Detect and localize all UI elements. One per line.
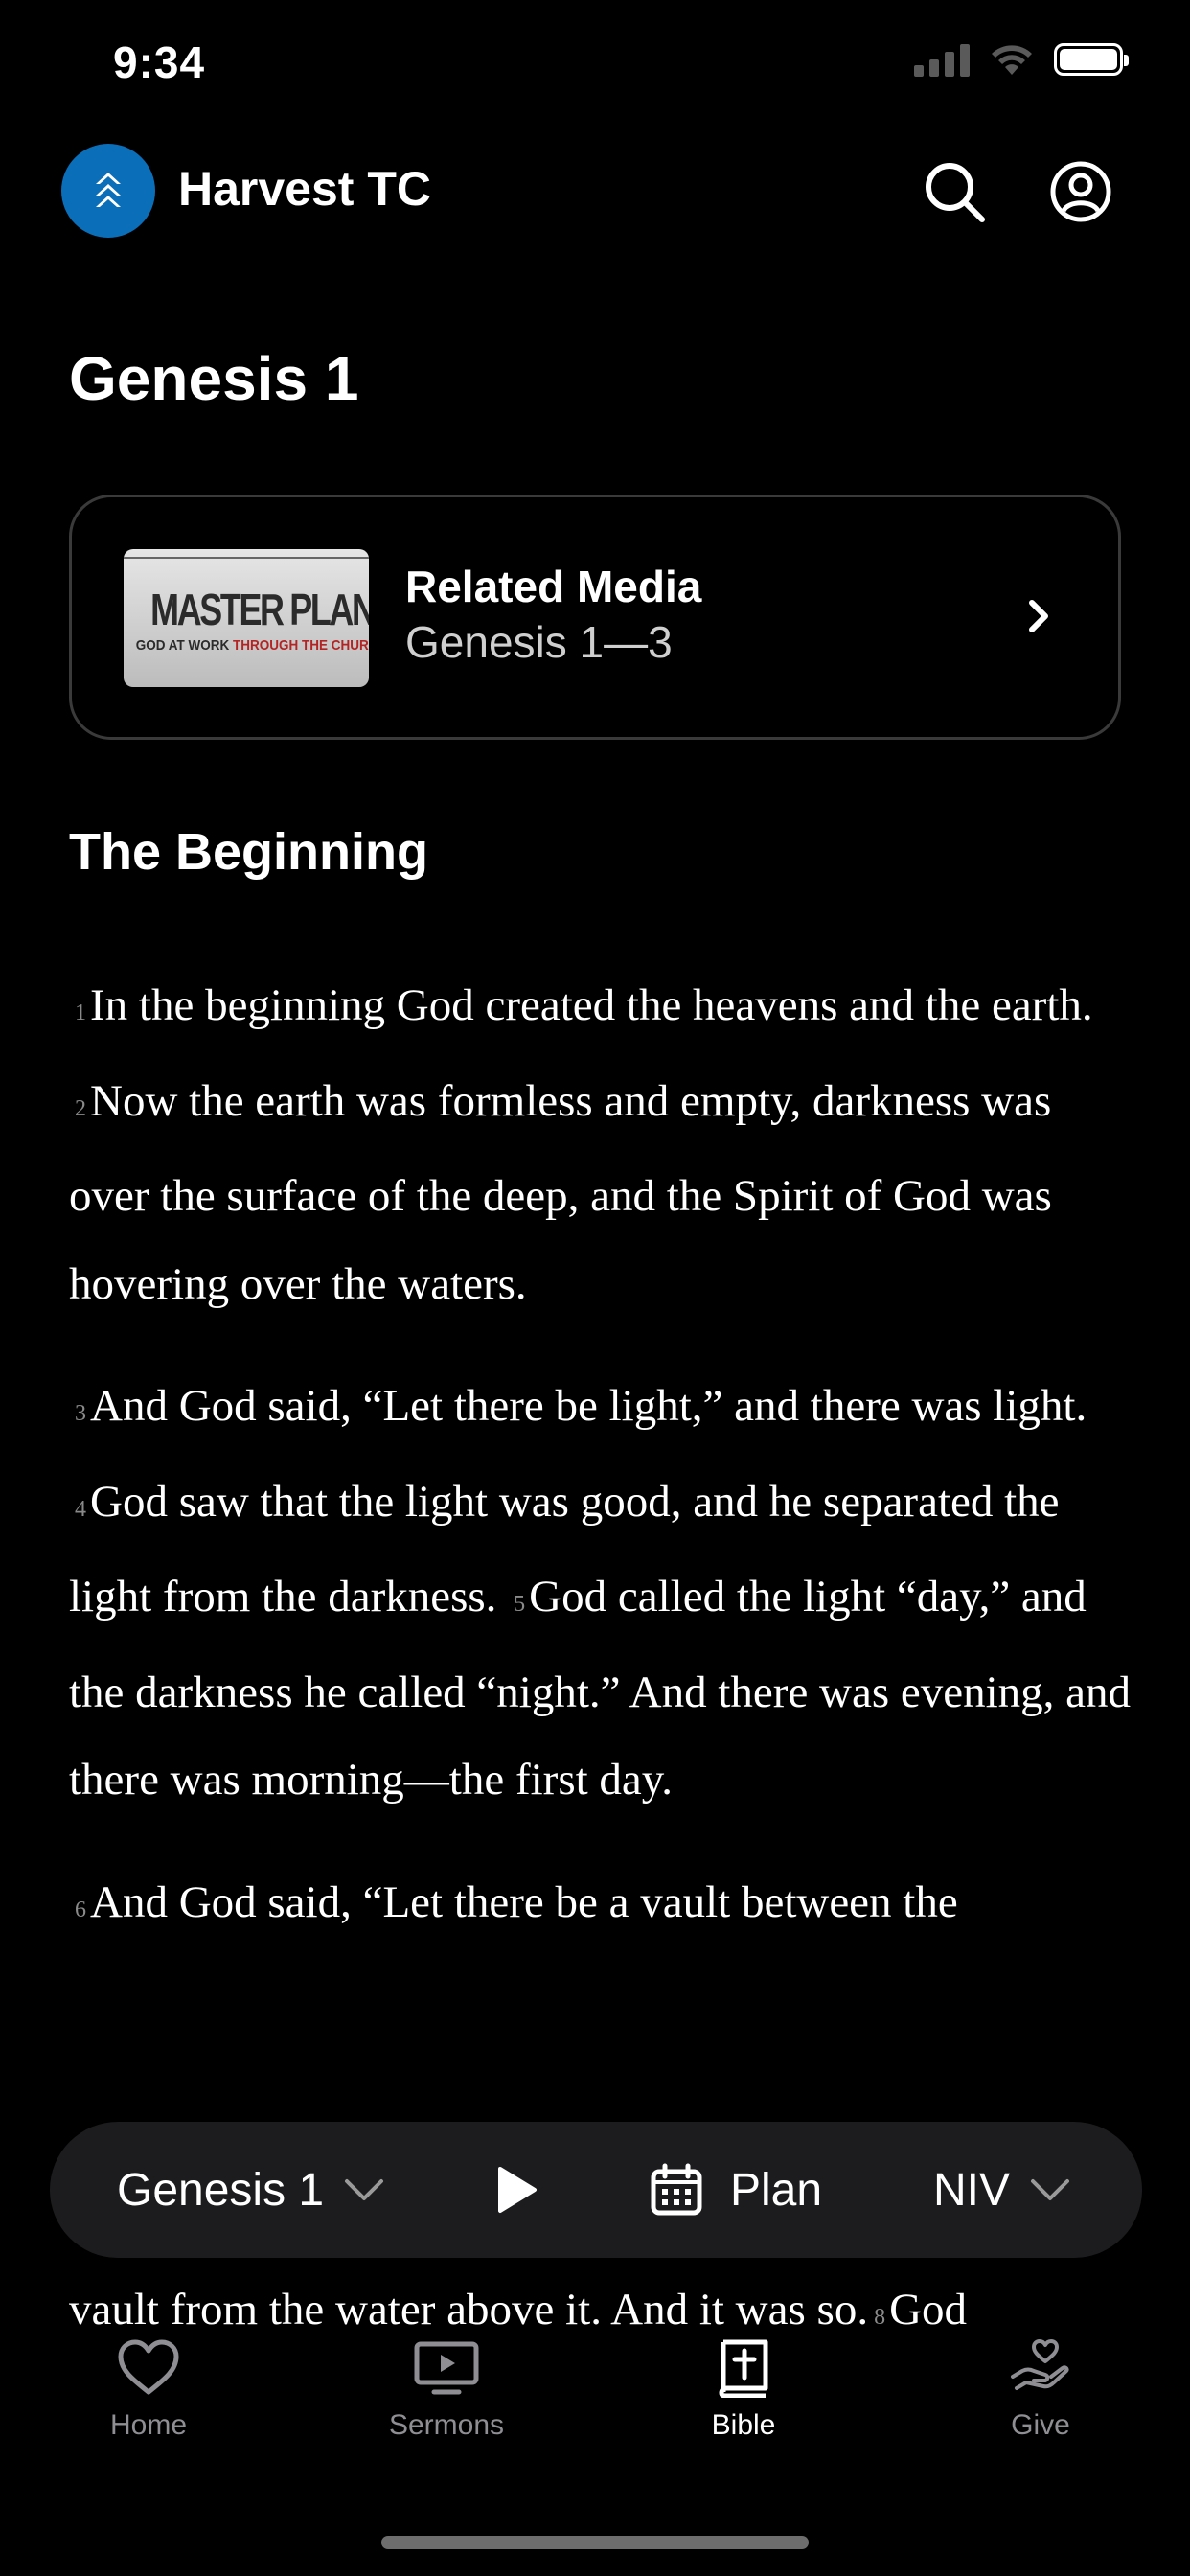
status-bar: 9:34 — [0, 0, 1190, 134]
tab-bible[interactable]: Bible — [638, 2338, 849, 2442]
cellular-signal-icon — [914, 42, 970, 77]
battery-icon — [1054, 43, 1129, 76]
video-icon — [414, 2341, 479, 2395]
church-logo[interactable] — [61, 144, 155, 238]
status-time: 9:34 — [113, 37, 206, 87]
verse-number[interactable]: 5 — [514, 1592, 525, 1617]
home-indicator[interactable] — [381, 2536, 809, 2549]
search-button[interactable] — [918, 155, 991, 228]
verse-number[interactable]: 2 — [75, 1096, 86, 1121]
media-thumbnail: MASTER PLAN GOD AT WORK THROUGH THE CHUR… — [124, 549, 369, 687]
thumbnail-subtitle: GOD AT WORK THROUGH THE CHURCH — [135, 637, 369, 654]
chevron-down-icon — [345, 2179, 384, 2200]
related-media-reference: Genesis 1—3 — [405, 617, 673, 667]
version-label: NIV — [933, 2164, 1011, 2216]
tab-home[interactable]: Home — [43, 2338, 254, 2442]
tab-sermons[interactable]: Sermons — [341, 2338, 552, 2442]
wifi-icon — [992, 45, 1032, 75]
tab-give[interactable]: Give — [935, 2338, 1146, 2442]
chevron-down-icon — [1031, 2179, 1070, 2200]
heart-icon — [118, 2339, 179, 2395]
play-icon — [498, 2167, 537, 2213]
tab-label: Home — [109, 2409, 188, 2441]
tab-label: Sermons — [388, 2409, 505, 2441]
verse-text[interactable]: vault from the water above it. And it wa… — [69, 2285, 868, 2334]
bible-icon — [719, 2339, 768, 2398]
chapter-selector[interactable]: Genesis 1 — [117, 2122, 385, 2258]
verse-text[interactable]: And God said, “Let there be a vault betw… — [90, 1877, 958, 1927]
calendar-icon — [651, 2163, 702, 2216]
give-icon — [1011, 2339, 1069, 2390]
verse-number[interactable]: 4 — [75, 1497, 86, 1522]
page-title: Genesis 1 — [69, 344, 359, 413]
plan-label: Plan — [730, 2164, 823, 2216]
profile-button[interactable] — [1044, 155, 1117, 228]
verse-text[interactable]: Now the earth was formless and empty, da… — [69, 1076, 1052, 1309]
reader-toolbar: Genesis 1 Plan NIV — [50, 2122, 1142, 2258]
related-media-title: Related Media — [405, 562, 702, 611]
tab-label: Give — [1011, 2409, 1070, 2441]
scripture-paragraph: 6And God said, “Let there be a vault bet… — [69, 1859, 1133, 1955]
logo-mark-icon — [96, 172, 121, 207]
section-heading: The Beginning — [69, 823, 428, 881]
scripture-text: 1In the beginning God created the heaven… — [69, 962, 1133, 1989]
account-icon — [1050, 161, 1111, 222]
status-icons — [914, 42, 1129, 77]
tab-bar: Home Sermons Bible Give — [0, 2338, 1190, 2482]
search-icon — [926, 163, 985, 222]
version-selector[interactable]: NIV — [933, 2122, 1071, 2258]
related-media-card[interactable]: MASTER PLAN GOD AT WORK THROUGH THE CHUR… — [69, 494, 1121, 740]
chevron-right-icon — [1029, 600, 1048, 632]
scripture-paragraph: 1In the beginning God created the heaven… — [69, 962, 1133, 1328]
verse-text[interactable]: In the beginning God created the heavens… — [90, 980, 1093, 1030]
reading-plan-button[interactable]: Plan — [650, 2122, 822, 2258]
tab-label: Bible — [711, 2409, 776, 2441]
verse-number[interactable]: 6 — [75, 1898, 86, 1922]
thumbnail-title: MASTER PLAN — [150, 585, 369, 634]
scripture-paragraph: 3And God said, “Let there be light,” and… — [69, 1363, 1133, 1825]
verse-text[interactable]: And God said, “Let there be light,” and … — [90, 1381, 1087, 1431]
verse-number[interactable]: 3 — [75, 1401, 86, 1426]
verse-number[interactable]: 1 — [75, 1000, 86, 1025]
chapter-label: Genesis 1 — [117, 2164, 325, 2216]
verse-text[interactable]: God — [889, 2285, 967, 2334]
app-header: Harvest TC — [0, 134, 1190, 249]
verse-number[interactable]: 8 — [874, 2305, 885, 2330]
play-audio-button[interactable] — [496, 2122, 538, 2258]
app-title: Harvest TC — [178, 162, 431, 216]
